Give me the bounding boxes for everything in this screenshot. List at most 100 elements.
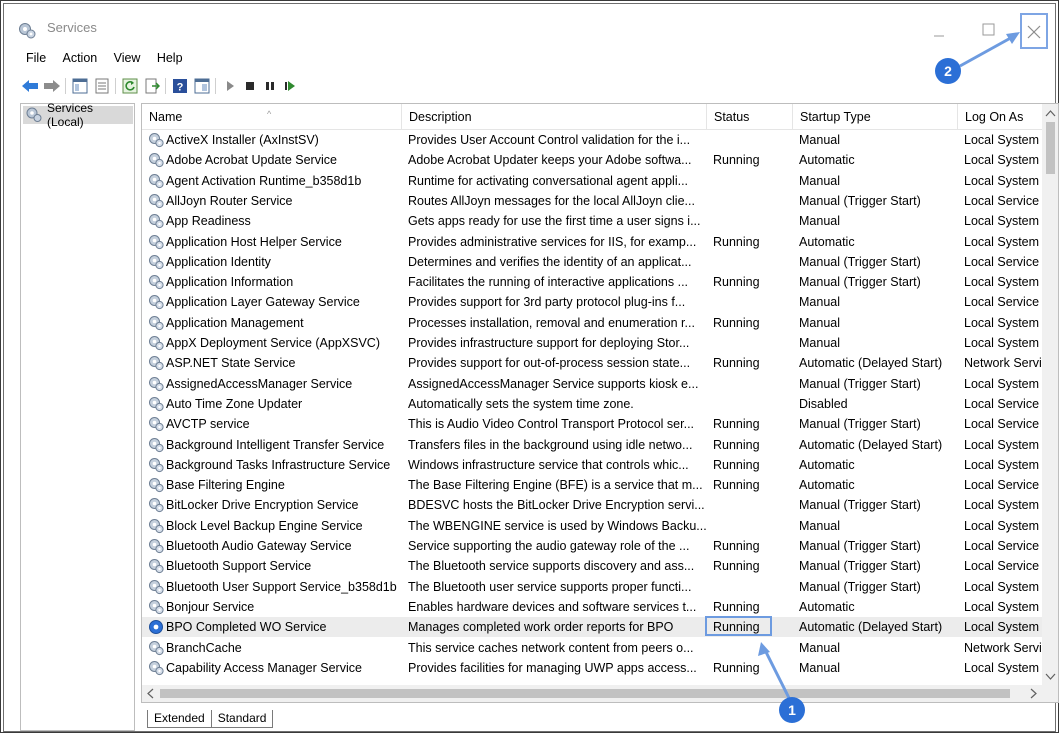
table-row[interactable]: BitLocker Drive Encryption Service BDESVC… xyxy=(142,495,1042,515)
properties-view-button[interactable] xyxy=(93,77,111,95)
service-gear-icon xyxy=(149,640,164,655)
service-log-on-as: Local System xyxy=(964,660,1040,675)
back-arrow-icon xyxy=(22,80,38,92)
service-startup-type: Automatic xyxy=(799,153,855,168)
service-log-on-as: Local System xyxy=(964,133,1040,147)
service-gear-icon xyxy=(149,133,164,148)
service-name: Capability Access Manager Service xyxy=(166,660,362,675)
restart-service-button[interactable] xyxy=(281,77,299,95)
table-row[interactable]: AppX Deployment Service (AppXSVC) Provide… xyxy=(142,333,1042,353)
service-startup-type: Manual (Trigger Start) xyxy=(799,559,921,574)
table-row[interactable]: Bluetooth Audio Gateway Service Service s… xyxy=(142,536,1042,556)
restart-icon xyxy=(285,81,295,91)
table-row[interactable]: Background Intelligent Transfer Service T… xyxy=(142,435,1042,455)
minimize-button[interactable] xyxy=(924,14,954,44)
service-gear-icon xyxy=(149,336,164,351)
menu-file[interactable]: File xyxy=(26,51,46,65)
table-row[interactable]: Application Layer Gateway Service Provide… xyxy=(142,292,1042,312)
stop-service-button[interactable] xyxy=(241,77,259,95)
column-header-row: Name ^ Description Status Startup Type L… xyxy=(142,104,1042,130)
table-row[interactable]: Bluetooth User Support Service_b358d1b Th… xyxy=(142,577,1042,597)
table-row[interactable]: Adobe Acrobat Update Service Adobe Acroba… xyxy=(142,150,1042,170)
tab-standard[interactable]: Standard xyxy=(210,710,274,728)
table-row[interactable]: Auto Time Zone Updater Automatically sets… xyxy=(142,394,1042,414)
menu-help[interactable]: Help xyxy=(157,51,183,65)
refresh-button[interactable] xyxy=(121,77,139,95)
maximize-button[interactable] xyxy=(974,14,1004,44)
table-row[interactable]: Application Identity Determines and verif… xyxy=(142,252,1042,272)
service-description: Manages completed work order reports for… xyxy=(408,620,674,635)
service-status: Running xyxy=(713,457,760,472)
console-view-button[interactable] xyxy=(193,77,211,95)
service-description: Runtime for activating conversational ag… xyxy=(408,173,689,188)
service-log-on-as: Local System xyxy=(964,620,1040,635)
table-row[interactable]: Capability Access Manager Service Provide… xyxy=(142,658,1042,678)
service-status: Running xyxy=(713,660,760,675)
table-row[interactable]: BranchCache This service caches network c… xyxy=(142,638,1042,658)
service-description: Provides support for out-of-process sess… xyxy=(408,356,691,371)
console-view-icon xyxy=(194,78,210,94)
service-name: Bluetooth User Support Service_b358d1b xyxy=(166,579,397,594)
back-button[interactable] xyxy=(21,77,39,95)
service-status: Running xyxy=(713,559,760,574)
horizontal-scroll-thumb[interactable] xyxy=(160,689,1010,698)
service-log-on-as: Local Service xyxy=(964,254,1040,269)
service-gear-icon xyxy=(149,457,164,472)
table-row[interactable]: Application Host Helper Service Provides … xyxy=(142,232,1042,252)
column-header-startup-type[interactable]: Startup Type xyxy=(793,104,958,129)
pause-service-button[interactable] xyxy=(261,77,279,95)
help-button[interactable]: ? xyxy=(171,77,189,95)
service-name: Bluetooth Support Service xyxy=(166,559,312,574)
service-gear-icon xyxy=(149,539,164,554)
service-log-on-as: Local System xyxy=(964,498,1040,513)
column-header-log-on-as[interactable]: Log On As xyxy=(958,104,1042,129)
table-row[interactable]: ASP.NET State Service Provides support fo… xyxy=(142,353,1042,373)
table-row[interactable]: BPO Completed WO Service Manages complete… xyxy=(142,616,1042,638)
vertical-scrollbar[interactable] xyxy=(1042,104,1058,685)
table-row[interactable]: Agent Activation Runtime_b358d1b Runtime … xyxy=(142,171,1042,191)
service-gear-icon xyxy=(149,518,164,533)
table-row[interactable]: Background Tasks Infrastructure Service W… xyxy=(142,455,1042,475)
table-row[interactable]: Application Information Facilitates the r… xyxy=(142,272,1042,292)
vertical-scroll-thumb[interactable] xyxy=(1046,122,1055,174)
table-row[interactable]: AllJoyn Router Service Routes AllJoyn mes… xyxy=(142,191,1042,211)
service-log-on-as: Local System xyxy=(964,376,1040,391)
table-row[interactable]: AVCTP service This is Audio Video Control… xyxy=(142,414,1042,434)
tab-extended[interactable]: Extended xyxy=(147,710,212,728)
forward-button[interactable] xyxy=(43,77,61,95)
service-startup-type: Automatic xyxy=(799,234,855,249)
service-name: Bonjour Service xyxy=(166,599,255,614)
table-row[interactable]: Bonjour Service Enables hardware devices … xyxy=(142,597,1042,617)
table-row[interactable]: AssignedAccessManager Service AssignedAcc… xyxy=(142,374,1042,394)
show-hide-console-tree-button[interactable] xyxy=(71,77,89,95)
service-description: AssignedAccessManager Service supports k… xyxy=(408,376,699,391)
horizontal-scrollbar[interactable] xyxy=(142,685,1058,702)
table-row[interactable]: Bluetooth Support Service The Bluetooth s… xyxy=(142,556,1042,576)
svg-text:?: ? xyxy=(177,82,184,94)
menu-action[interactable]: Action xyxy=(63,51,98,65)
service-name: BranchCache xyxy=(166,640,242,655)
service-name: AppX Deployment Service (AppXSVC) xyxy=(166,336,380,350)
menu-view[interactable]: View xyxy=(114,51,141,65)
table-row[interactable]: Application Management Processes installa… xyxy=(142,313,1042,333)
console-tree-icon xyxy=(72,78,88,94)
table-row[interactable]: Block Level Backup Engine Service The WBE… xyxy=(142,516,1042,536)
start-service-button[interactable] xyxy=(221,77,239,95)
service-status: Running xyxy=(713,478,760,493)
service-description: Provides support for 3rd party protocol … xyxy=(408,295,686,310)
export-list-button[interactable] xyxy=(143,77,161,95)
service-log-on-as: Local Service xyxy=(964,396,1040,411)
table-row[interactable]: App Readiness Gets apps ready for use the… xyxy=(142,211,1042,231)
column-header-description[interactable]: Description xyxy=(402,104,707,129)
service-description: Processes installation, removal and enum… xyxy=(408,315,695,330)
scroll-up-icon xyxy=(1045,110,1056,117)
column-header-status[interactable]: Status xyxy=(707,104,793,129)
table-row[interactable]: ActiveX Installer (AxInstSV) Provides Use… xyxy=(142,130,1042,150)
table-row[interactable]: Base Filtering Engine The Base Filtering … xyxy=(142,475,1042,495)
service-description: BDESVC hosts the BitLocker Drive Encrypt… xyxy=(408,498,705,513)
column-header-name[interactable]: Name ^ xyxy=(142,104,402,129)
service-gear-icon xyxy=(149,315,164,330)
service-log-on-as: Local System xyxy=(964,437,1040,452)
close-button[interactable] xyxy=(1020,13,1048,49)
tree-item-services-local[interactable]: Services (Local) xyxy=(23,101,133,129)
